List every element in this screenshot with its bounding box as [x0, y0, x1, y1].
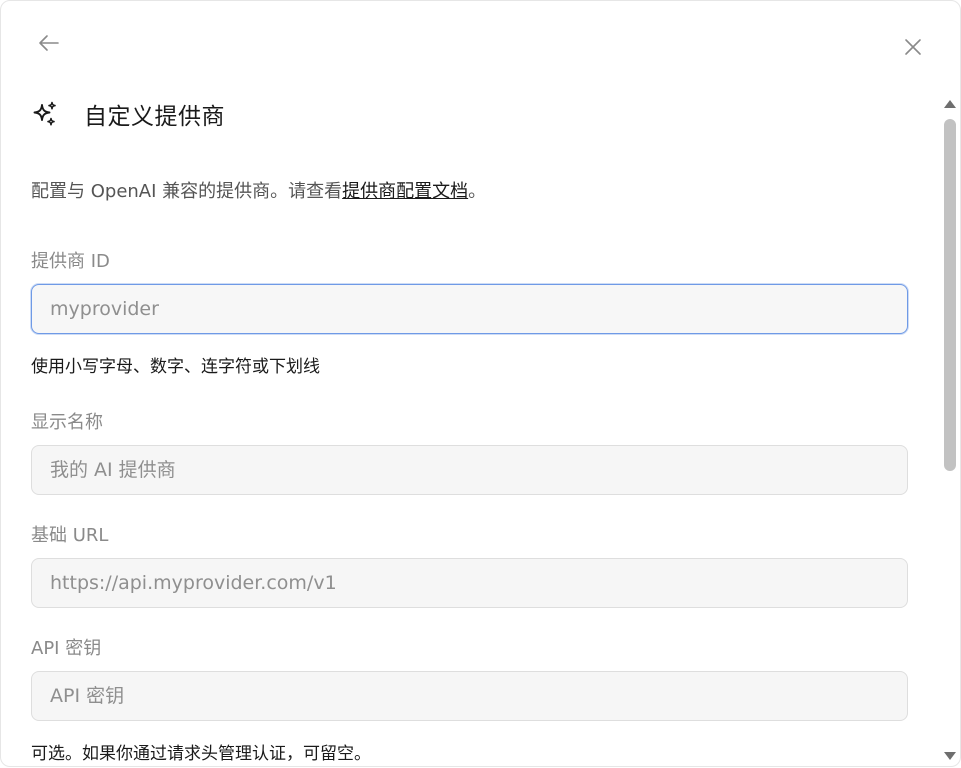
- custom-provider-dialog: 自定义提供商 配置与 OpenAI 兼容的提供商。请查看提供商配置文档。 提供商…: [0, 0, 961, 767]
- close-icon: [905, 39, 921, 55]
- display-name-input[interactable]: [31, 445, 908, 495]
- display-name-label: 显示名称: [31, 412, 103, 433]
- base-url-label: 基础 URL: [31, 525, 109, 546]
- scroll-thumb[interactable]: [944, 119, 956, 471]
- provider-id-label: 提供商 ID: [31, 251, 110, 272]
- scroll-up-arrow[interactable]: [940, 95, 960, 113]
- api-key-hint: 可选。如果你通过请求头管理认证，可留空。: [31, 744, 371, 764]
- sparkles-icon: [31, 100, 59, 128]
- scroll-down-arrow[interactable]: [940, 747, 960, 765]
- description-suffix: 。: [468, 181, 487, 202]
- triangle-down-icon: [944, 752, 956, 760]
- api-key-label: API 密钥: [31, 638, 102, 659]
- provider-docs-link[interactable]: 提供商配置文档: [342, 181, 468, 202]
- dialog-header: 自定义提供商: [31, 97, 225, 131]
- page-title: 自定义提供商: [84, 104, 225, 130]
- provider-id-hint: 使用小写字母、数字、连字符或下划线: [31, 357, 320, 377]
- scrollbar[interactable]: [940, 95, 960, 768]
- description-text: 配置与 OpenAI 兼容的提供商。请查看提供商配置文档。: [31, 177, 486, 203]
- base-url-input[interactable]: [31, 558, 908, 608]
- provider-id-input[interactable]: [31, 284, 908, 334]
- triangle-up-icon: [944, 100, 956, 108]
- description-prefix: 配置与 OpenAI 兼容的提供商。请查看: [31, 181, 343, 202]
- api-key-input[interactable]: [31, 671, 908, 721]
- arrow-left-icon: [39, 35, 59, 51]
- close-button[interactable]: [899, 33, 927, 61]
- back-button[interactable]: [35, 31, 63, 55]
